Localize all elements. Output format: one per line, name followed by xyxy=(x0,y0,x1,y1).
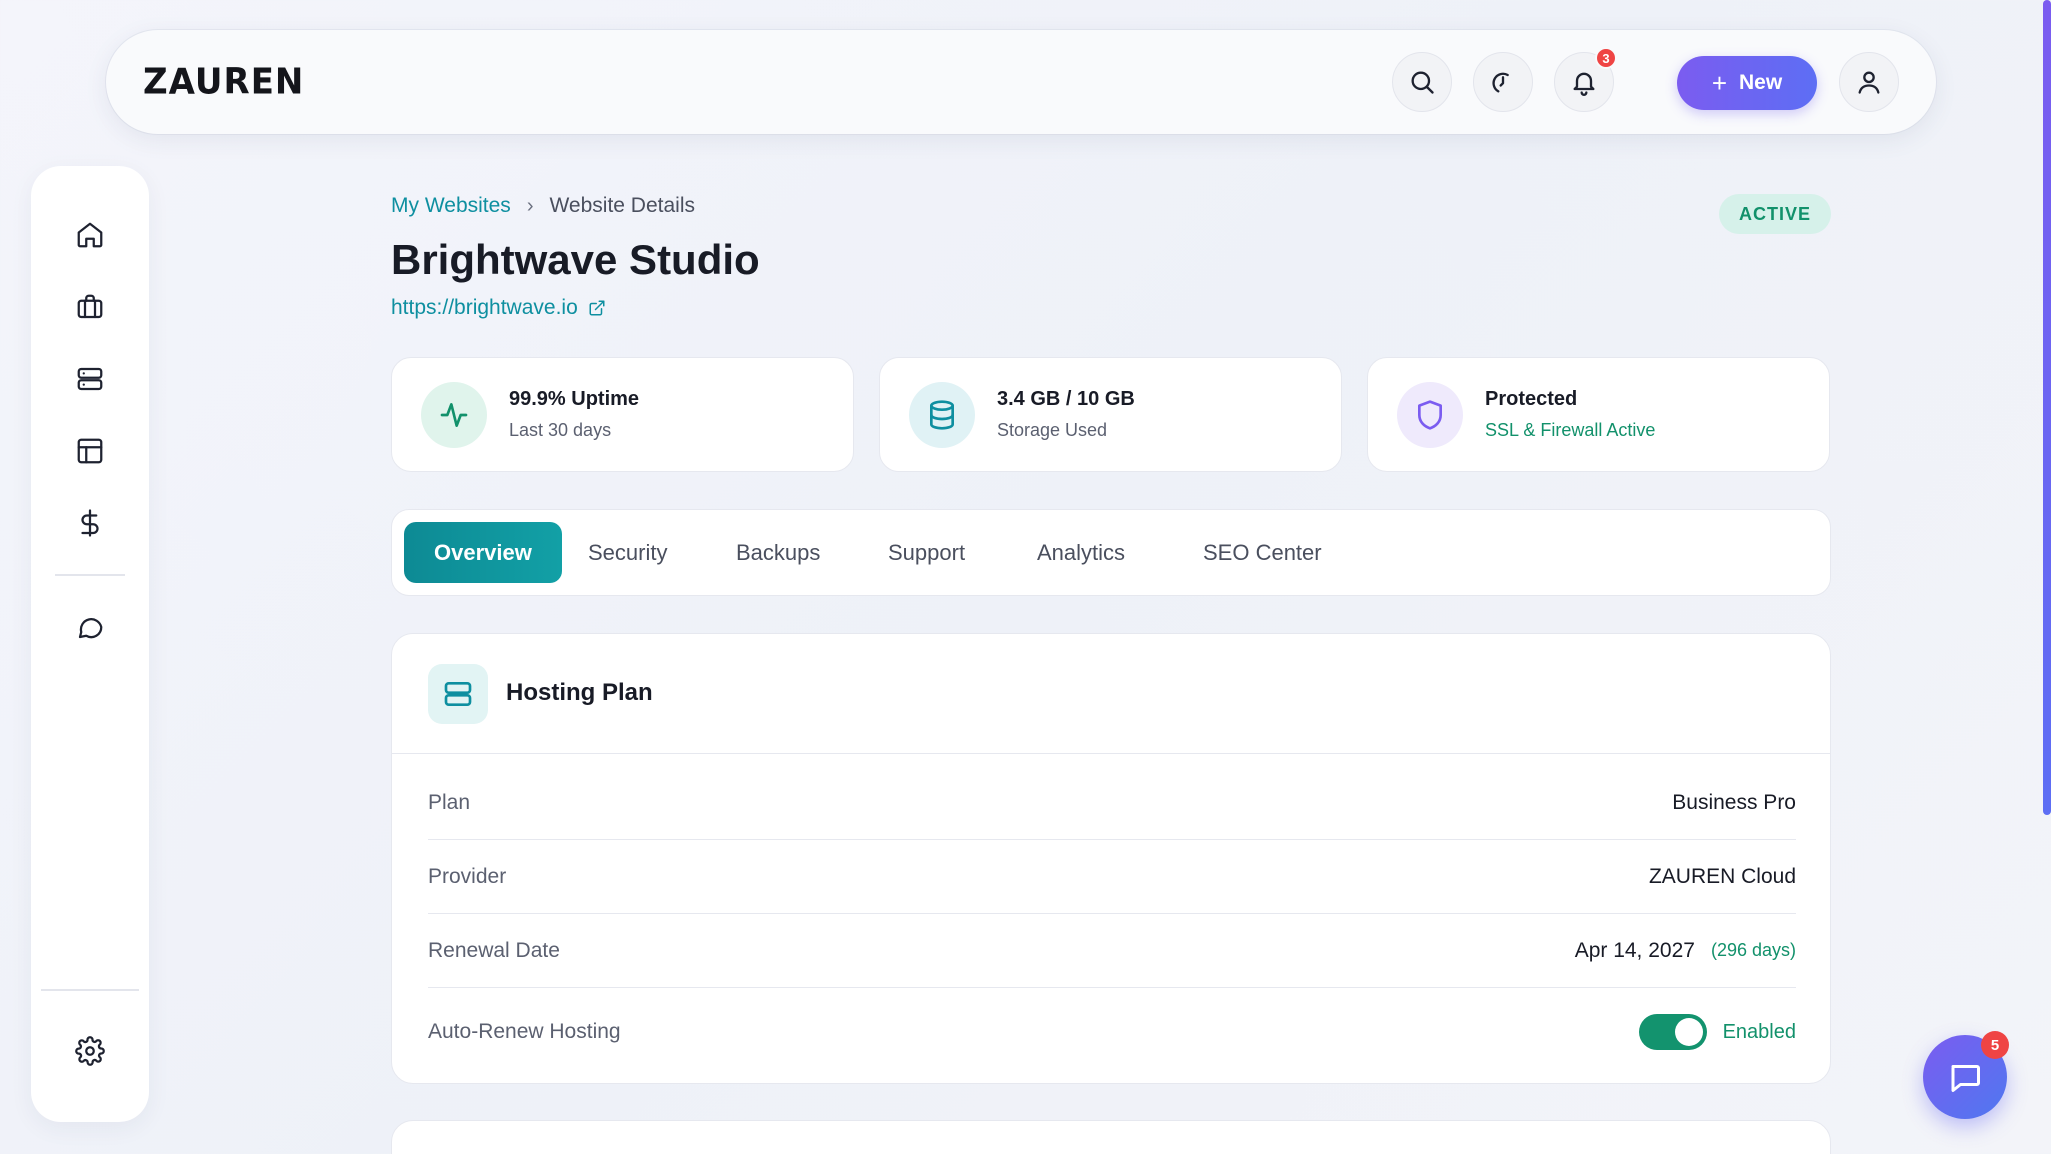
stat-subtitle: Storage Used xyxy=(997,420,1108,440)
site-url-link[interactable]: https://brightwave.io xyxy=(391,296,606,320)
stat-icon-wrap xyxy=(1397,382,1463,448)
plan-row: Plan Business Pro xyxy=(428,766,1796,840)
stat-icon-wrap xyxy=(421,382,487,448)
stat-title: 99.9% Uptime xyxy=(509,388,640,410)
tab-bar: Overview Security Backups Support Analyt… xyxy=(391,509,1831,596)
tab-backups[interactable]: Backups xyxy=(706,522,850,583)
auto-renew-toggle[interactable] xyxy=(1638,1014,1707,1050)
stat-subtitle: Last 30 days xyxy=(509,420,612,440)
stat-icon-wrap xyxy=(909,382,975,448)
search-icon xyxy=(1411,71,1434,94)
page-title: Brightwave Studio xyxy=(391,236,760,283)
scrollbar[interactable] xyxy=(2043,0,2051,815)
chevron-right-icon: › xyxy=(526,194,534,217)
auto-renew-row: Auto-Renew Hosting Enabled xyxy=(428,992,1796,1072)
breadcrumb-current: Website Details xyxy=(549,194,695,217)
plus-icon: + xyxy=(1711,68,1727,98)
server-icon xyxy=(77,367,103,391)
history-icon xyxy=(1492,72,1509,93)
row-label: Plan xyxy=(428,790,471,814)
tab-overview[interactable]: Overview xyxy=(404,522,562,583)
sidebar-divider xyxy=(55,574,125,576)
profile-button[interactable] xyxy=(1839,52,1899,112)
stat-subtitle: SSL & Firewall Active xyxy=(1485,420,1656,440)
user-icon xyxy=(1858,71,1880,94)
status-badge: ACTIVE xyxy=(1719,194,1831,234)
chat-icon xyxy=(78,618,103,639)
renewal-days: (296 days) xyxy=(1710,940,1796,960)
provider-row: Provider ZAUREN Cloud xyxy=(428,840,1796,914)
tab-seo-center[interactable]: SEO Center xyxy=(1173,522,1352,583)
server-icon xyxy=(444,682,472,706)
chat-badge: 5 xyxy=(1981,1031,2009,1059)
sidebar-item-settings[interactable] xyxy=(72,1033,108,1069)
sidebar-item-home[interactable] xyxy=(72,217,108,253)
breadcrumb: My Websites › Website Details xyxy=(391,194,695,218)
sidebar-item-layouts[interactable] xyxy=(72,433,108,469)
chat-button[interactable]: 5 xyxy=(1923,1031,2009,1119)
bell-icon xyxy=(1573,72,1595,96)
sidebar-item-projects[interactable] xyxy=(72,289,108,325)
sidebar-divider-bottom xyxy=(41,989,139,991)
auto-renew-control: Enabled xyxy=(1638,1014,1796,1050)
breadcrumb-my-websites[interactable]: My Websites xyxy=(391,194,511,218)
row-label: Auto-Renew Hosting xyxy=(428,1020,621,1043)
sidebar-item-messages[interactable] xyxy=(72,609,108,645)
new-button-label: New xyxy=(1739,71,1783,94)
renewal-value: Apr 14, 2027 (296 days) xyxy=(1575,939,1796,963)
panel-title: Hosting Plan xyxy=(506,679,653,706)
gear-icon xyxy=(75,1036,105,1066)
tab-security[interactable]: Security xyxy=(558,522,697,583)
database-icon xyxy=(930,400,954,430)
new-button[interactable]: + New xyxy=(1677,56,1817,110)
briefcase-icon xyxy=(77,294,103,319)
panel-header: Hosting Plan xyxy=(392,634,1830,754)
external-link-icon xyxy=(589,300,605,316)
hosting-plan-panel: Hosting Plan Plan Business Pro Provider … xyxy=(391,633,1831,1084)
notification-badge: 3 xyxy=(1595,47,1617,69)
shield-icon xyxy=(1418,400,1442,430)
history-button[interactable] xyxy=(1473,52,1533,112)
notifications-button[interactable]: 3 xyxy=(1554,47,1617,112)
row-value: Business Pro xyxy=(1672,790,1796,814)
site-url: https://brightwave.io xyxy=(391,296,578,319)
toggle-state: Enabled xyxy=(1722,1020,1796,1043)
row-value: ZAUREN Cloud xyxy=(1648,864,1796,888)
stat-title: 3.4 GB / 10 GB xyxy=(997,388,1135,410)
message-icon xyxy=(1951,1065,1980,1092)
tab-analytics[interactable]: Analytics xyxy=(1007,522,1155,583)
tab-support[interactable]: Support xyxy=(858,522,995,583)
panel-icon-wrap xyxy=(428,664,488,724)
search-button[interactable] xyxy=(1392,52,1452,112)
next-panel xyxy=(391,1120,1831,1154)
sidebar-item-servers[interactable] xyxy=(72,361,108,397)
layout-icon xyxy=(77,438,103,464)
stat-card-uptime: 99.9% Uptime Last 30 days xyxy=(391,357,854,472)
sidebar xyxy=(31,166,149,1122)
renewal-date: Apr 14, 2027 xyxy=(1574,938,1695,962)
activity-icon xyxy=(440,403,468,427)
renewal-row: Renewal Date Apr 14, 2027 (296 days) xyxy=(428,914,1796,988)
row-label: Renewal Date xyxy=(428,938,560,962)
stat-card-security: Protected SSL & Firewall Active xyxy=(1367,357,1830,472)
stat-title: Protected xyxy=(1485,388,1578,410)
home-icon xyxy=(77,222,103,248)
sidebar-item-billing[interactable] xyxy=(72,505,108,541)
stat-card-storage: 3.4 GB / 10 GB Storage Used xyxy=(879,357,1342,472)
logo[interactable]: ZAUREN xyxy=(143,61,304,103)
dollar-icon xyxy=(81,509,99,537)
row-label: Provider xyxy=(428,864,507,888)
top-bar: ZAUREN 3 + New xyxy=(106,30,1936,134)
